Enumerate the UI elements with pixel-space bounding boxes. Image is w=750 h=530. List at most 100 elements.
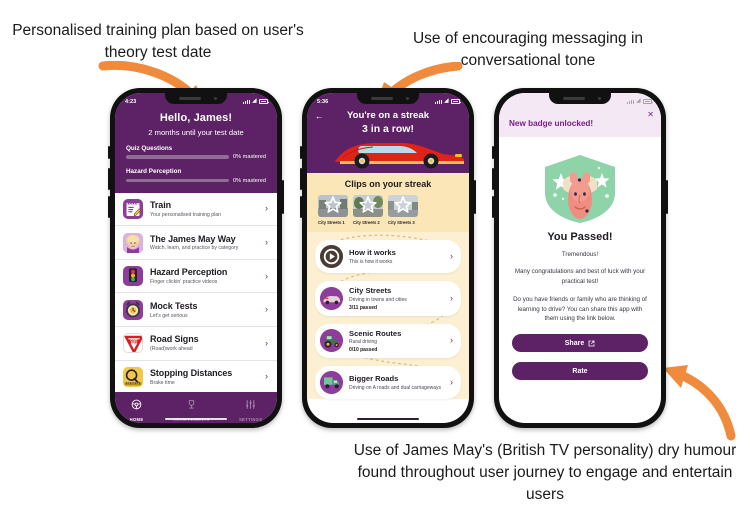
annotation-bottom: Use of James May's (British TV personali… <box>353 442 737 503</box>
card-title: City Streets <box>349 286 392 296</box>
phone-mockup-streak: 5:36 ◢ ← You're on a streak 3 in a row! <box>300 88 476 428</box>
card-desc: Rural driving <box>349 339 378 346</box>
battery-icon <box>643 99 653 104</box>
phone2-header: ← You're on a streak 3 in a row! <box>307 108 469 135</box>
list-item[interactable]: Stopping Distances Brake time › <box>115 361 277 395</box>
close-icon[interactable]: ✕ <box>647 110 654 119</box>
phone1-volume-up-button[interactable] <box>108 168 110 190</box>
wifi-icon: ◢ <box>252 97 257 104</box>
clip-image <box>318 195 348 217</box>
list-item[interactable]: GIVE WAY Road Signs (Road)work ahead › <box>115 327 277 361</box>
share-button[interactable]: Share <box>512 334 648 353</box>
phone3-power-button[interactable] <box>666 180 668 214</box>
phone1-power-button[interactable] <box>282 180 284 214</box>
steering-wheel-icon <box>131 399 142 409</box>
annotation-middle: Use of encouraging messaging in conversa… <box>412 30 644 69</box>
phone1-mute-button[interactable] <box>108 146 110 159</box>
clip-image <box>353 195 383 217</box>
sliders-icon <box>246 399 255 409</box>
card-desc: Driving on A roads and dual carriageways <box>349 384 441 391</box>
progress-row-hazard: 0% mastered <box>126 178 266 184</box>
badge-banner: New badge unlocked! ✕ <box>499 108 661 137</box>
card-desc: Driving in towns and cities <box>349 296 407 303</box>
tractor-icon <box>320 329 343 353</box>
list-item-title: The James May Way <box>150 233 236 244</box>
list-item-title: Hazard Perception <box>150 267 228 278</box>
chevron-right-icon: › <box>265 337 268 348</box>
list-item-desc: Brake time <box>150 379 175 386</box>
list-item-desc: Watch, learn, and practice by category <box>150 245 239 252</box>
chevron-right-icon: › <box>265 203 268 214</box>
signal-icon <box>435 99 442 104</box>
phone1-volume-down-button[interactable] <box>108 196 110 218</box>
phone-mockup-badge: ◢ New badge unlocked! ✕ You Passed! Trem… <box>492 88 668 428</box>
sidebar-item-home[interactable]: HOME <box>130 397 144 422</box>
card-passed: 0/10 passed <box>349 347 378 354</box>
ruler-icon <box>123 366 143 387</box>
phone3-mute-button[interactable] <box>492 146 494 159</box>
list-item[interactable]: Bigger Roads Driving on A roads and dual… <box>315 366 461 400</box>
back-arrow-icon[interactable]: ← <box>315 111 324 121</box>
chevron-right-icon: › <box>265 304 268 315</box>
james-may-face-icon <box>123 232 143 253</box>
phone2-notch <box>357 93 419 104</box>
clip-thumb[interactable]: City Streets 2 <box>353 195 383 225</box>
phone1-header: Hello, James! 2 months until your test d… <box>115 108 277 193</box>
phone2-card-list: How it works This is how it works › City… <box>307 232 469 400</box>
streak-line-1: You're on a streak <box>346 110 430 121</box>
phone2-power-button[interactable] <box>474 180 476 214</box>
chevron-right-icon: › <box>450 251 453 262</box>
phone2-status-time: 5:36 <box>317 98 329 105</box>
battery-icon <box>451 99 461 104</box>
phone1-home-indicator <box>165 417 227 420</box>
chevron-right-icon: › <box>265 237 268 248</box>
sidebar-item-settings[interactable]: SETTINGS <box>239 397 262 422</box>
phone2-mute-button[interactable] <box>300 146 302 159</box>
share-paragraph: Do you have friends or family who are th… <box>513 296 647 323</box>
notepad-icon <box>123 198 143 219</box>
page-title: You Passed! <box>547 231 613 243</box>
clip-thumb[interactable]: City Streets 1 <box>318 195 348 225</box>
progress-value-quiz: 0% mastered <box>233 154 266 161</box>
nav-label-settings: SETTINGS <box>238 416 263 422</box>
list-item[interactable]: Hazard Perception Finger clickin' practi… <box>115 260 277 294</box>
list-item[interactable]: City Streets Driving in towns and cities… <box>315 281 461 316</box>
phone2-home-indicator <box>357 417 419 420</box>
phone2-volume-up-button[interactable] <box>300 168 302 190</box>
clips-heading: Clips on your streak <box>344 179 432 189</box>
hero-illustration <box>307 135 469 173</box>
greeting-text: Hello, James! <box>159 112 233 124</box>
test-date-subtitle: 2 months until your test date <box>148 127 244 137</box>
signal-icon <box>627 99 634 104</box>
rate-button[interactable]: Rate <box>512 362 648 381</box>
phone-mockup-home: 4:23 ◢ Hello, James! 2 months until your… <box>108 88 284 428</box>
progress-label-hazard: Hazard Perception <box>126 168 182 176</box>
external-link-icon <box>588 340 595 346</box>
subtitle-text: Tremendous! <box>561 251 599 258</box>
list-item[interactable]: Mock Tests Let's get serious › <box>115 293 277 328</box>
list-item[interactable]: The James May Way Watch, learn, and prac… <box>115 226 277 260</box>
chevron-right-icon: › <box>265 270 268 281</box>
list-item-title: Train <box>150 200 172 211</box>
clip-thumb[interactable]: City Streets 3 <box>388 195 418 225</box>
city-car-icon <box>320 287 343 310</box>
give-way-sign-icon: GIVE WAY <box>123 333 143 354</box>
list-item[interactable]: Scenic Routes Rural driving 0/10 passed … <box>315 323 461 359</box>
signal-icon <box>243 99 250 104</box>
phone3-volume-up-button[interactable] <box>492 168 494 190</box>
progress-label-quiz: Quiz Questions <box>126 144 173 152</box>
card-passed: 3/11 passed <box>349 304 378 311</box>
list-item-desc: Let's get serious <box>150 312 188 319</box>
clip-image <box>388 195 418 217</box>
progress-bar-hazard <box>126 178 230 183</box>
phone2-volume-down-button[interactable] <box>300 196 302 218</box>
chevron-right-icon: › <box>450 377 453 388</box>
wifi-icon: ◢ <box>636 97 641 104</box>
chevron-right-icon: › <box>265 371 268 382</box>
card-title: How it works <box>349 248 396 258</box>
battery-icon <box>259 99 269 104</box>
wifi-icon: ◢ <box>444 97 449 104</box>
phone3-volume-down-button[interactable] <box>492 196 494 218</box>
list-item[interactable]: Train Your personalised training plan › <box>115 193 277 227</box>
list-item[interactable]: How it works This is how it works › <box>315 240 461 274</box>
